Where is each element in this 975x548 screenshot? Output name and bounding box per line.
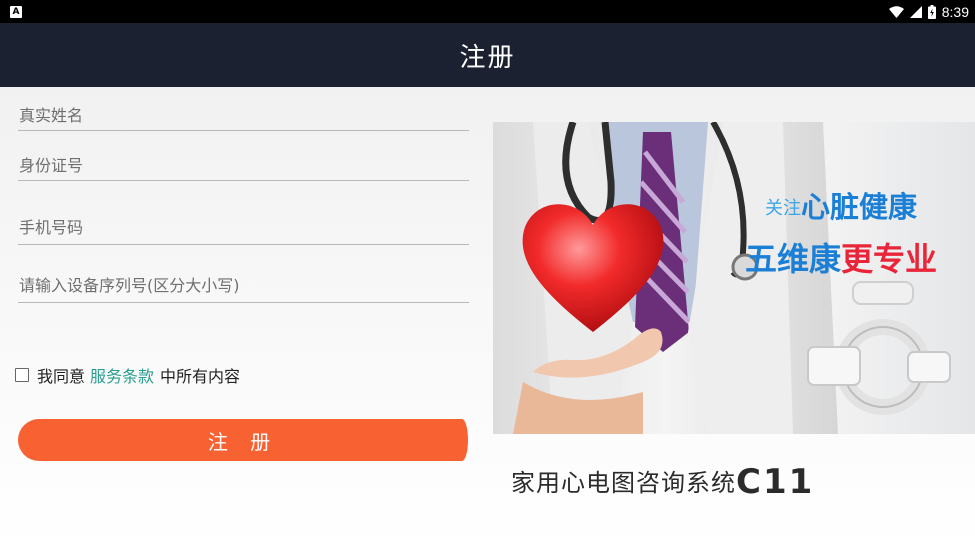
name-field-container [18, 101, 469, 131]
status-left: A [10, 5, 22, 18]
product-model: C11 [736, 462, 815, 502]
battery-icon [927, 4, 936, 19]
terms-of-service-link[interactable]: 服务条款 [90, 363, 154, 387]
signal-icon [909, 5, 922, 18]
slogan2-red: 更专业 [841, 240, 938, 278]
page-title: 注册 [459, 42, 516, 73]
phone-field-container [18, 211, 469, 245]
agree-prefix-label: 我同意 [37, 367, 86, 386]
slogan2-blue: 五维康 [745, 240, 842, 278]
register-form-area: 我同意 服务条款 中所有内容 注 册 [0, 87, 975, 548]
id-number-input[interactable] [18, 151, 469, 179]
slogan-prefix: 关注 [765, 198, 801, 219]
banner-slogan-line2: 五维康更专业 [745, 234, 937, 280]
slogan-main: 心脏健康 [801, 190, 918, 224]
agree-suffix-label: 中所有内容 [160, 367, 241, 386]
agree-checkbox[interactable] [15, 368, 29, 382]
status-time: 8:39 [941, 3, 969, 20]
notification-icon: A [10, 5, 22, 18]
status-right: 8:39 [888, 3, 969, 20]
serial-field-container [18, 269, 469, 303]
banner-slogan-line1: 关注心脏健康 [765, 184, 917, 226]
product-caption: 家用心电图咨询系统C11 [511, 462, 814, 502]
agreement-row: 我同意 服务条款 中所有内容 [15, 363, 240, 387]
product-name: 家用心电图咨询系统 [511, 469, 736, 497]
promo-banner: 关注心脏健康 五维康更专业 [493, 122, 975, 434]
phone-number-input[interactable] [18, 211, 469, 243]
real-name-input[interactable] [18, 101, 469, 129]
title-bar: 注册 [0, 23, 975, 87]
device-serial-input[interactable] [18, 269, 469, 301]
status-bar: A 8:39 [0, 0, 975, 23]
id-field-container [18, 151, 469, 181]
wifi-icon [888, 5, 904, 18]
register-button[interactable]: 注 册 [18, 419, 468, 461]
